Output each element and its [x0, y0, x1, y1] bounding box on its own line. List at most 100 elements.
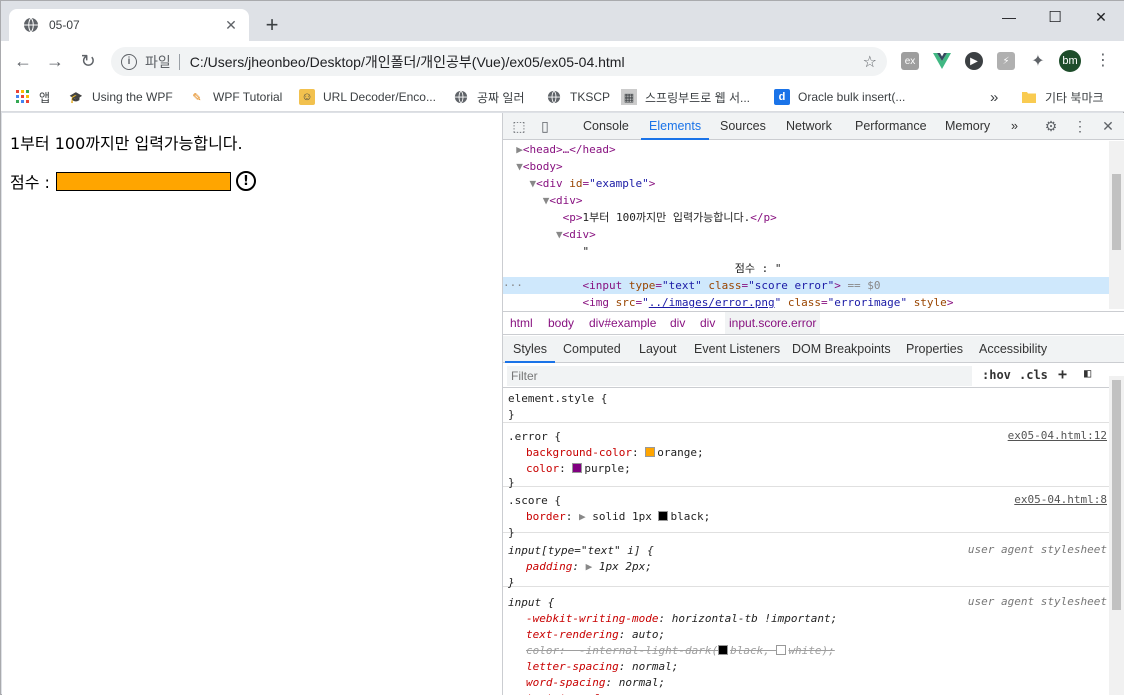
dom-node-img[interactable]: <img src="../images/error.png" class="er…: [503, 294, 1109, 309]
hov-toggle[interactable]: :hov: [982, 368, 1011, 382]
pdf-extension-icon[interactable]: ⚡: [997, 52, 1015, 70]
bookmarks-bar: 앱 🎓 Using the WPF ✎ WPF Tutorial ☺ URL D…: [1, 81, 1124, 112]
dom-node-input-selected[interactable]: ··· <input type="text" class="score erro…: [503, 277, 1109, 294]
more-tabs-button[interactable]: »: [1003, 113, 1026, 140]
address-bar[interactable]: i 파일 C:/Users/jheonbeo/Desktop/개인폴더/개인공부…: [111, 47, 887, 76]
close-tab-icon[interactable]: ✕: [223, 17, 239, 34]
crumb-div-example[interactable]: div#example: [585, 312, 660, 334]
minimize-icon[interactable]: —: [986, 1, 1032, 33]
dom-node-head[interactable]: ▶<head>…</head>: [503, 141, 1109, 158]
devtools-menu-icon[interactable]: ⋮: [1072, 118, 1088, 134]
toggle-sidebar-icon[interactable]: ◧: [1084, 366, 1091, 380]
tab-event-listeners[interactable]: Event Listeners: [686, 336, 788, 363]
selector-ua-input[interactable]: input {: [508, 595, 554, 611]
bookmark-label: 앱: [39, 90, 51, 105]
bookmark-oracle[interactable]: d Oracle bulk insert(...: [774, 86, 905, 108]
bookmarks-overflow[interactable]: »: [990, 86, 998, 108]
tab-sources[interactable]: Sources: [712, 113, 774, 140]
prop-value: white);: [788, 644, 835, 657]
color-swatch[interactable]: [572, 463, 583, 473]
maximize-icon[interactable]: ☐: [1032, 1, 1078, 33]
source-link-error[interactable]: ex05-04.html:12: [1008, 429, 1107, 442]
breadcrumb: html body div#example div div input.scor…: [503, 311, 1124, 335]
decl-background-color[interactable]: background-color: orange;: [526, 445, 704, 461]
extension-icon[interactable]: ex: [901, 52, 919, 70]
bookmark-apps[interactable]: 앱: [15, 86, 50, 108]
settings-gear-icon[interactable]: ⚙: [1043, 118, 1059, 134]
scrollbar-thumb[interactable]: [1112, 174, 1121, 250]
url-text[interactable]: C:/Users/jheonbeo/Desktop/개인폴더/개인공부(Vue)…: [190, 52, 863, 72]
prop-name: padding: [526, 560, 573, 573]
tab-performance[interactable]: Performance: [847, 113, 935, 140]
selector-ua-input-text[interactable]: input[type="text" i] {: [508, 543, 654, 559]
device-toolbar-icon[interactable]: ▯: [537, 118, 553, 134]
img-src-link[interactable]: ../images/error.png: [649, 296, 775, 309]
vue-devtools-icon[interactable]: [933, 52, 951, 70]
dom-node-div-example[interactable]: ▼<div id="example">: [503, 175, 1109, 192]
prop-value: orange: [657, 446, 697, 459]
inspect-element-icon[interactable]: ⬚: [511, 118, 527, 134]
extensions-puzzle-icon[interactable]: ✦: [1029, 52, 1047, 70]
expand-arrow-icon[interactable]: ▶: [579, 510, 586, 523]
tab-console[interactable]: Console: [575, 113, 637, 140]
window-close-icon[interactable]: ✕: [1078, 1, 1124, 33]
decl-border[interactable]: border: ▶ solid 1px black;: [526, 509, 710, 525]
crumb-div[interactable]: div: [666, 312, 689, 334]
menu-kebab-icon[interactable]: ⋮: [1095, 52, 1111, 70]
profile-avatar[interactable]: bm: [1059, 50, 1081, 72]
scrollbar-thumb[interactable]: [1112, 380, 1121, 610]
dom-text-quote[interactable]: ": [503, 243, 1109, 260]
new-rule-icon[interactable]: +: [1058, 365, 1067, 383]
tab-dom-breakpoints[interactable]: DOM Breakpoints: [784, 336, 899, 363]
tab-memory[interactable]: Memory: [937, 113, 998, 140]
new-tab-button[interactable]: +: [259, 13, 285, 39]
dom-node-p[interactable]: <p>1부터 100까지만 입력가능합니다.</p>: [503, 209, 1109, 226]
expand-arrow-icon[interactable]: ▶: [586, 560, 593, 573]
dom-text-score[interactable]: 점수 : ": [503, 260, 1109, 277]
forward-icon[interactable]: →: [43, 49, 67, 73]
limit-message: 1부터 100까지만 입력가능합니다.: [10, 134, 243, 153]
crumb-body[interactable]: body: [544, 312, 578, 334]
selector-element-style[interactable]: element.style {: [508, 391, 607, 407]
selector-error[interactable]: .error {: [508, 429, 561, 445]
bookmark-wpf-tutorial[interactable]: ✎ WPF Tutorial: [189, 86, 282, 108]
browser-tab[interactable]: 05-07 ✕: [9, 9, 249, 41]
bookmark-using-wpf[interactable]: 🎓 Using the WPF: [68, 86, 173, 108]
bookmark-free-illust[interactable]: 공짜 일러: [453, 86, 525, 108]
styles-scrollbar[interactable]: [1109, 376, 1124, 695]
color-swatch[interactable]: [658, 511, 669, 521]
info-icon[interactable]: i: [121, 53, 137, 70]
tab-layout[interactable]: Layout: [631, 336, 685, 363]
tab-elements[interactable]: Elements: [641, 113, 710, 140]
tab-network[interactable]: Network: [778, 113, 840, 140]
bookmark-tkscp[interactable]: TKSCP: [546, 86, 610, 108]
close-devtools-icon[interactable]: ✕: [1100, 118, 1116, 134]
dom-node-div[interactable]: ▼<div>: [503, 192, 1109, 209]
tab-accessibility[interactable]: Accessibility: [971, 336, 1055, 363]
bookmark-springboot[interactable]: ▦ 스프링부트로 웹 서...: [621, 86, 750, 108]
other-bookmarks[interactable]: 기타 북마크: [1021, 86, 1104, 108]
bookmark-url-decoder[interactable]: ☺ URL Decoder/Enco...: [299, 86, 436, 108]
dom-head-text: <head>…</head>: [522, 143, 616, 156]
crumb-div-2[interactable]: div: [696, 312, 719, 334]
media-icon[interactable]: ▶: [965, 52, 983, 70]
tab-properties[interactable]: Properties: [898, 336, 971, 363]
color-swatch[interactable]: [645, 447, 656, 457]
reload-icon[interactable]: ↻: [76, 49, 100, 73]
decl-color[interactable]: color: purple;: [526, 461, 631, 477]
selector-score[interactable]: .score {: [508, 493, 561, 509]
error-icon: !: [235, 171, 256, 191]
score-input[interactable]: [55, 171, 231, 191]
dom-node-body[interactable]: ▼<body>: [503, 158, 1109, 175]
crumb-input[interactable]: input.score.error: [725, 312, 821, 334]
crumb-html[interactable]: html: [506, 312, 537, 334]
back-icon[interactable]: ←: [11, 49, 35, 73]
tab-styles[interactable]: Styles: [505, 336, 556, 363]
dom-node-div-inner[interactable]: ▼<div>: [503, 226, 1109, 243]
dom-tree-scrollbar[interactable]: [1109, 141, 1124, 309]
source-link-score[interactable]: ex05-04.html:8: [1014, 493, 1107, 506]
bookmark-star-icon[interactable]: ☆: [863, 52, 877, 72]
cls-toggle[interactable]: .cls: [1019, 368, 1048, 382]
tab-computed[interactable]: Computed: [555, 336, 629, 363]
filter-input[interactable]: Filter: [507, 366, 972, 386]
